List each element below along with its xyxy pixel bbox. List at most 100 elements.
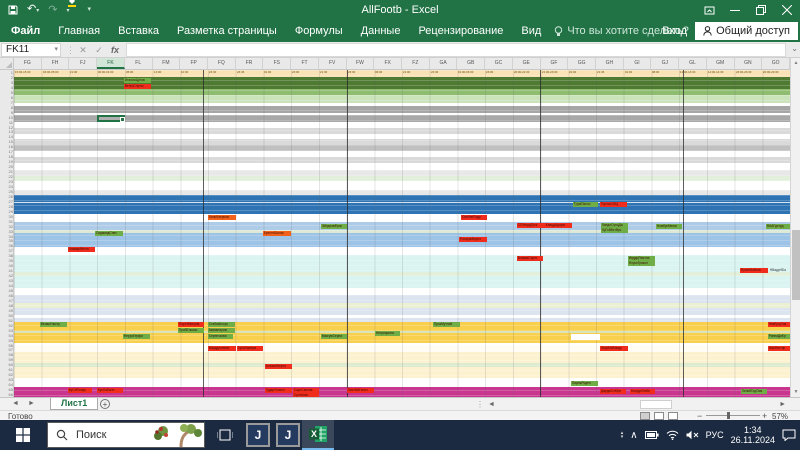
name-box-dropdown-icon[interactable]: ▾: [54, 44, 58, 56]
kickoff-time-cell[interactable]: 22:00: [569, 70, 596, 77]
match-cell[interactable]: ЛистМаГаноч: [347, 388, 374, 393]
horizontal-scroll-thumb[interactable]: [640, 400, 672, 409]
excel-taskbar-icon[interactable]: X: [302, 420, 334, 450]
kickoff-time-cell[interactable]: 15:00-15:30: [15, 70, 42, 77]
formula-input[interactable]: [126, 43, 786, 57]
column-header-GG[interactable]: GG: [568, 58, 596, 69]
column-header-GA[interactable]: GA: [430, 58, 458, 69]
match-cell[interactable]: ИвддцРамтлаФлуокГрякон: [628, 256, 655, 266]
match-cell[interactable]: МакгумСерна: [321, 334, 347, 339]
match-cell[interactable]: ФугспМобита: [740, 268, 768, 273]
match-cell[interactable]: БрюггеШальк: [263, 231, 291, 236]
volume-muted-icon[interactable]: [686, 430, 699, 440]
taskbar-overflow-arrows-icon[interactable]: ▴▾: [621, 431, 624, 439]
match-cell[interactable]: ЛинийГодОкм: [741, 389, 767, 394]
column-header-FJ[interactable]: FJ: [69, 58, 97, 69]
match-cell[interactable]: РаппаДиЕр: [768, 334, 790, 339]
kickoff-time-cell[interactable]: 14:00-14:30: [708, 70, 735, 77]
column-header-FV[interactable]: FV: [319, 58, 347, 69]
match-cell[interactable]: ПарлжРодеп: [571, 381, 598, 386]
column-headers[interactable]: FGFHFJFKFLFMFPFQFRFSFTFVFWFXFZGAGBGCGEGF…: [14, 58, 790, 70]
column-header-GM[interactable]: GM: [707, 58, 735, 69]
vertical-scroll-thumb[interactable]: [792, 230, 800, 300]
kickoff-time-cell[interactable]: 20:00-22:30: [514, 70, 541, 77]
match-cell[interactable]: СанУинПодр: [461, 215, 487, 220]
task-view-icon[interactable]: [212, 420, 238, 450]
match-cell[interactable]: ПортлМинрав: [178, 322, 204, 327]
column-header-GC[interactable]: GC: [485, 58, 513, 69]
kickoff-time-cell[interactable]: 23:00: [486, 70, 513, 77]
scroll-down-icon[interactable]: ▼: [791, 389, 800, 395]
column-header-FS[interactable]: FS: [263, 58, 291, 69]
match-cell[interactable]: Нетрициона: [375, 331, 400, 336]
match-cell[interactable]: ФерроГерфи: [123, 334, 150, 339]
match-cell[interactable]: Аквамтарим: [208, 328, 235, 333]
add-sheet-icon[interactable]: +: [100, 399, 110, 409]
kickoff-time-cell[interactable]: 23:45: [237, 70, 264, 77]
kickoff-time-cell[interactable]: 01:00: [264, 70, 291, 77]
column-header-GH[interactable]: GH: [596, 58, 624, 69]
kickoff-time-cell[interactable]: 13:00: [154, 70, 181, 77]
search-highlight-image[interactable]: [151, 423, 203, 447]
kickoff-time-cell[interactable]: 23:30: [209, 70, 236, 77]
ribbon-display-options-icon[interactable]: [696, 0, 722, 20]
kickoff-time-cell[interactable]: 20:00-20:30: [763, 70, 790, 77]
match-cell[interactable]: СПУегрдТрск: [517, 223, 545, 228]
app-j-icon-1[interactable]: J: [246, 423, 270, 447]
match-cell[interactable]: ИталияЦртов: [124, 78, 151, 83]
match-cell[interactable]: ЛяндлСунцДаЛуГойВстВрч: [601, 223, 628, 233]
taskbar-search-input[interactable]: Поиск: [47, 422, 205, 448]
ribbon-tab-6[interactable]: Данные: [352, 20, 410, 42]
match-cell[interactable]: Макддловина: [208, 346, 236, 351]
kickoff-time-cell[interactable]: 08:00: [652, 70, 679, 77]
battery-icon[interactable]: [645, 431, 659, 439]
column-header-FW[interactable]: FW: [347, 58, 375, 69]
match-cell[interactable]: ЭйндховФрос: [321, 224, 347, 229]
ribbon-tab-2[interactable]: Главная: [49, 20, 109, 42]
match-cell[interactable]: КунЛабогет: [97, 388, 123, 393]
column-header-FP[interactable]: FP: [180, 58, 208, 69]
match-cell[interactable]: ФААГдстрд: [766, 224, 790, 229]
scroll-up-icon[interactable]: ▲: [791, 60, 800, 66]
column-header-FL[interactable]: FL: [125, 58, 153, 69]
column-header-FH[interactable]: FH: [42, 58, 70, 69]
column-header-GJ[interactable]: GJ: [651, 58, 679, 69]
ribbon-tab-7[interactable]: Рецензирование: [409, 20, 512, 42]
match-cell[interactable]: АлкмарМетчс: [68, 247, 95, 252]
wifi-icon[interactable]: [666, 430, 679, 440]
minimize-button[interactable]: [722, 0, 748, 20]
kickoff-time-cell[interactable]: 21:00-23:00: [542, 70, 569, 77]
column-header-GO[interactable]: GO: [762, 58, 790, 69]
match-cell[interactable]: НомбукМенкс: [656, 224, 682, 229]
match-cell[interactable]: ЛильКлермон: [208, 215, 236, 220]
kickoff-time-cell[interactable]: 22:30: [431, 70, 458, 77]
tab-splitter-handle[interactable]: ⋮: [476, 400, 483, 409]
match-cell[interactable]: ВенгрСлутск: [124, 84, 151, 89]
match-cell[interactable]: РосарикВарез: [459, 237, 487, 242]
match-cell[interactable]: ЭсчрМаБандр: [600, 346, 628, 351]
column-header-GI[interactable]: GI: [624, 58, 652, 69]
clock[interactable]: 1:34 26.11.2024: [731, 425, 775, 445]
match-cell[interactable]: ТорносСВЦ: [600, 202, 627, 207]
ribbon-tab-8[interactable]: Вид: [512, 20, 550, 42]
kickoff-time-cell[interactable]: 21:30: [320, 70, 347, 77]
sign-in-link[interactable]: Вход: [662, 25, 687, 37]
ribbon-tab-1[interactable]: Файл: [2, 20, 49, 42]
language-indicator[interactable]: РУС: [706, 430, 724, 440]
scroll-right-icon[interactable]: ►: [779, 401, 786, 408]
sheet-tab[interactable]: Лист1: [50, 398, 98, 410]
column-header-FZ[interactable]: FZ: [402, 58, 430, 69]
kickoff-time-cell[interactable]: 23:00-23:30: [736, 70, 763, 77]
normal-view-icon[interactable]: [640, 412, 650, 420]
column-header-FX[interactable]: FX: [374, 58, 402, 69]
action-center-icon[interactable]: [782, 429, 796, 441]
match-cell[interactable]: СаулСаннавСунтАгав: [293, 388, 319, 397]
kickoff-time-cell[interactable]: 21:00: [403, 70, 430, 77]
kickoff-time-cell[interactable]: 00:00-01:00: [98, 70, 125, 77]
kickoff-time-cell[interactable]: 10:30: [181, 70, 208, 77]
match-cell[interactable]: Альявсбифта: [265, 364, 292, 369]
kickoff-time-cell[interactable]: 21:00: [70, 70, 97, 77]
insert-function-icon[interactable]: fx: [108, 43, 122, 57]
column-header-GL[interactable]: GL: [679, 58, 707, 69]
match-cell[interactable]: ВенакУчистр: [40, 322, 67, 327]
